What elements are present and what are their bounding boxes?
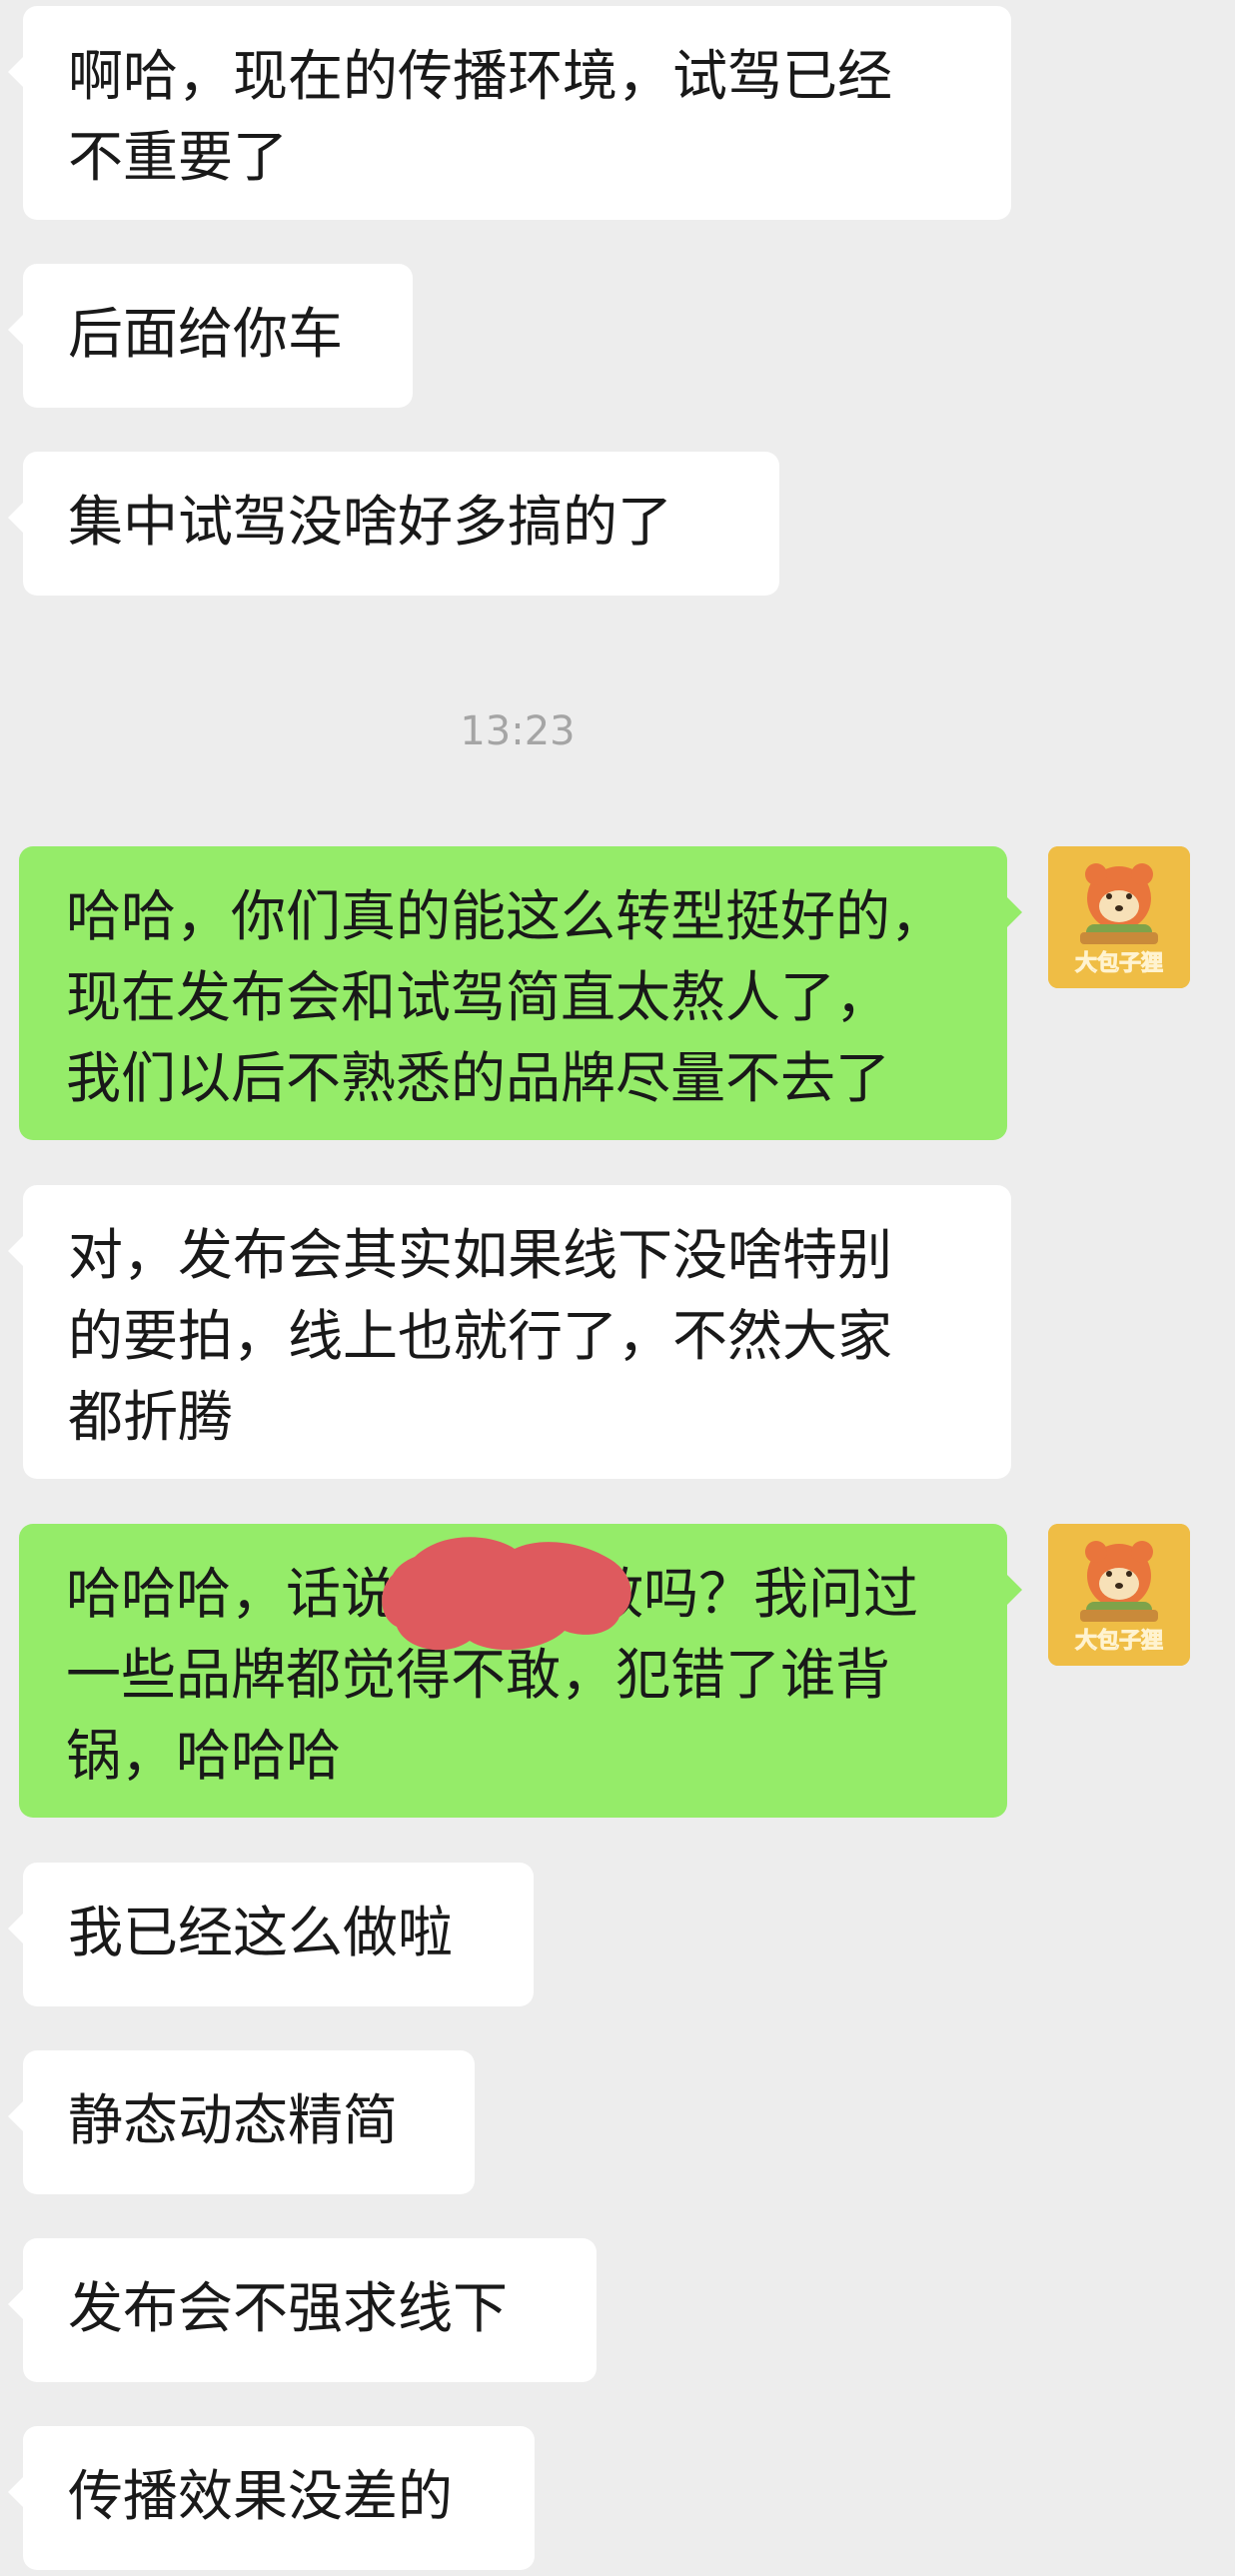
message-text: 哈哈，你们真的能这么转型挺好的，: [66, 884, 946, 948]
avatar-label: 大包子狸: [1075, 1628, 1163, 1654]
bubble-tail: [8, 56, 24, 88]
redaction-scribble: [382, 1537, 631, 1651]
incoming-message[interactable]: 后面给你车: [8, 264, 413, 408]
incoming-message[interactable]: 对，发布会其实如果线下没啥特别 的要拍，线上也就行了，不然大家 都折腾: [8, 1185, 1011, 1479]
message-text: 啊哈，现在的传播环境，试驾已经: [68, 44, 893, 108]
message-text: 我已经这么做啦: [68, 1901, 454, 1964]
bubble-tail: [8, 2476, 24, 2508]
message-text: 的要拍，线上也就行了，不然大家: [68, 1304, 893, 1368]
bubble-tail: [8, 1235, 24, 1267]
avatar-label: 大包子狸: [1075, 950, 1163, 976]
message-text: 现在发布会和试驾简直太熬人了，: [66, 965, 891, 1029]
message-text: 集中试驾没啥好多搞的了: [68, 490, 673, 554]
bubble-tail: [8, 502, 24, 534]
incoming-message[interactable]: 集中试驾没啥好多搞的了: [8, 452, 779, 596]
bubble-tail: [1006, 896, 1022, 928]
user-avatar[interactable]: 大包子狸: [1048, 1524, 1190, 1666]
incoming-message[interactable]: 传播效果没差的: [8, 2426, 535, 2570]
message-timestamp: 13:23: [460, 708, 576, 754]
message-text: 后面给你车: [68, 302, 344, 366]
avatar-image: 大包子狸: [1048, 1524, 1190, 1666]
message-text: 都折腾: [68, 1385, 234, 1449]
message-text: 发布会不强求线下: [68, 2276, 509, 2340]
bubble-tail: [8, 2288, 24, 2320]
message-text: 不重要了: [68, 125, 289, 189]
chat-area: 啊哈，现在的传播环境，试驾已经 不重要了 后面给你车 集中试驾没啥好多搞的了 1…: [0, 0, 1235, 2576]
message-text: 对，发布会其实如果线下没啥特别: [68, 1223, 893, 1287]
message-text: 传播效果没差的: [68, 2464, 454, 2528]
incoming-message[interactable]: 静态动态精简: [8, 2050, 475, 2194]
message-text: 静态动态精简: [68, 2088, 399, 2152]
bubble-tail: [8, 2100, 24, 2132]
redaction-mark: [375, 1527, 644, 1671]
bubble-tail: [1006, 1574, 1022, 1606]
incoming-message[interactable]: 我已经这么做啦: [8, 1863, 534, 2006]
message-text: 哈哈哈，话说: [66, 1562, 397, 1626]
bubble-tail: [8, 1913, 24, 1944]
incoming-message[interactable]: 啊哈，现在的传播环境，试驾已经 不重要了: [8, 6, 1011, 220]
avatar-image: 大包子狸: [1048, 846, 1190, 988]
message-text: 锅，哈哈哈: [66, 1724, 342, 1788]
bubble-tail: [8, 314, 24, 346]
incoming-message[interactable]: 发布会不强求线下: [8, 2238, 597, 2382]
message-text: 我们以后不熟悉的品牌尽量不去了: [66, 1046, 891, 1110]
outgoing-message[interactable]: 哈哈，你们真的能这么转型挺好的， 现在发布会和试驾简直太熬人了， 我们以后不熟悉…: [19, 846, 1022, 1140]
user-avatar[interactable]: 大包子狸: [1048, 846, 1190, 988]
